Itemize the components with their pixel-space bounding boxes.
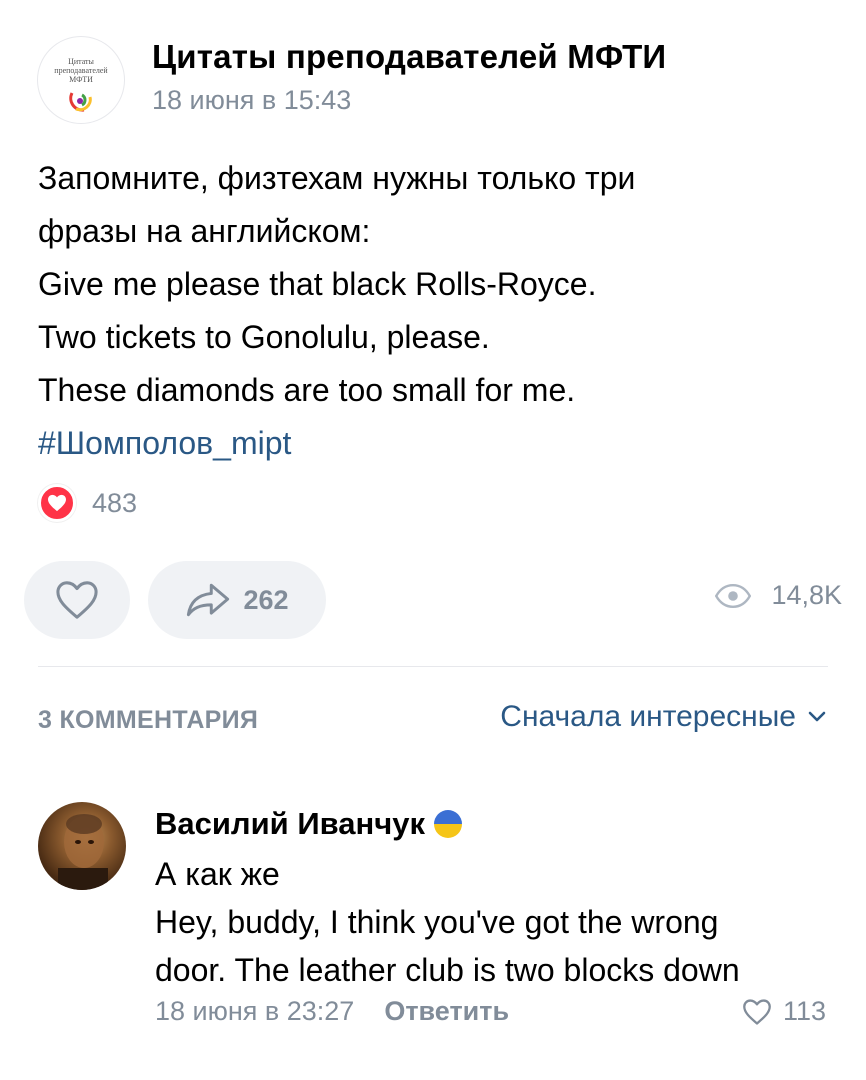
group-avatar[interactable]: Цитаты преподавателей МФТИ [37, 36, 125, 124]
divider [38, 666, 828, 667]
group-logo-text-1: Цитаты [68, 57, 94, 66]
group-name[interactable]: Цитаты преподавателей МФТИ [152, 38, 666, 76]
comment-text-line: Hey, buddy, I think you've got the wrong [155, 904, 719, 940]
views-count: 14,8K [771, 580, 842, 610]
flag-badge-icon [434, 810, 462, 838]
comment-like-count: 113 [782, 996, 826, 1026]
post-text-line: Give me please that black Rolls-Royce. [38, 266, 597, 302]
reply-button[interactable]: Ответить [384, 996, 509, 1027]
comment-like-button[interactable]: 113 [741, 996, 826, 1027]
comment-text-line: door. The leather club is two blocks dow… [155, 952, 740, 988]
reactions-summary[interactable]: 483 [38, 483, 137, 523]
avatar-photo [58, 814, 108, 890]
post-date[interactable]: 18 июня в 15:43 [152, 85, 351, 116]
eye-icon [715, 583, 752, 608]
heart-reaction-icon [38, 484, 76, 522]
sort-label: Сначала интересные [500, 700, 796, 733]
group-logo-text-2: преподавателей [54, 66, 108, 75]
comment-meta: 18 июня в 23:27 Ответить [155, 996, 509, 1027]
comments-count: 3 КОММЕНТАРИЯ [38, 706, 259, 734]
group-logo-text-3: МФТИ [69, 75, 93, 84]
post-text-line: Two tickets to Gonolulu, please. [38, 319, 490, 355]
comment-date[interactable]: 18 июня в 23:27 [155, 996, 354, 1027]
comment-text-line: А как же [155, 856, 280, 892]
avatar[interactable] [38, 802, 126, 890]
comment-text: А как же Hey, buddy, I think you've got … [155, 850, 845, 994]
chevron-down-icon [808, 711, 826, 722]
share-arrow-icon [187, 583, 230, 617]
comment-author-name: Василий Иванчук [155, 806, 425, 841]
heart-outline-icon [56, 581, 98, 619]
reaction-count: 483 [92, 487, 138, 518]
views-counter: 14,8K [715, 580, 842, 611]
post-text: Запомните, физтехам нужны только три фра… [38, 152, 838, 470]
comment-author[interactable]: Василий Иванчук [155, 806, 463, 842]
post-text-line: These diamonds are too small for me. [38, 372, 576, 408]
hashtag-link[interactable]: #Шомполов_mipt [38, 417, 838, 470]
heart-outline-icon [743, 998, 771, 1025]
post-text-line: Запомните, физтехам нужны только три [38, 160, 636, 196]
post-text-line: фразы на английском: [38, 213, 371, 249]
share-count: 262 [243, 584, 289, 615]
comments-sort-dropdown[interactable]: Сначала интересные [500, 700, 826, 734]
group-logo-icon [69, 92, 92, 112]
like-button[interactable] [24, 561, 130, 639]
share-button[interactable]: 262 [148, 561, 326, 639]
